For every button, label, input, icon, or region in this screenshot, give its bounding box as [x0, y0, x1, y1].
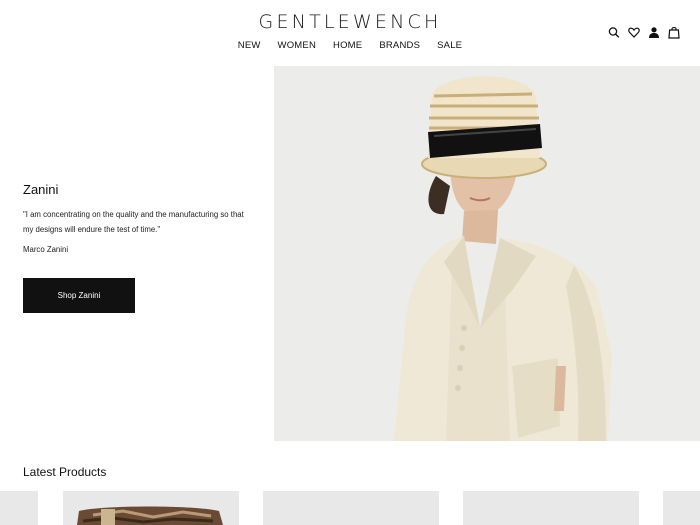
hero-image[interactable] — [274, 66, 700, 441]
hero-text: Zanini "I am concentrating on the qualit… — [23, 182, 253, 254]
model-illustration — [274, 66, 700, 441]
nav-women[interactable]: WOMEN — [278, 40, 316, 51]
hero-author: Marco Zanini — [23, 245, 69, 254]
site-logo[interactable]: GENTLEWENCH — [0, 11, 700, 33]
heart-icon[interactable] — [628, 26, 640, 39]
nav-brands[interactable]: BRANDS — [379, 40, 420, 51]
product-card[interactable] — [463, 491, 639, 525]
shop-zanini-button[interactable]: Shop Zanini — [23, 278, 135, 313]
header-icons — [608, 26, 680, 39]
main-nav: NEW WOMEN HOME BRANDS SALE — [0, 40, 700, 51]
product-image — [63, 491, 239, 525]
hero-quote: "I am concentrating on the quality and t… — [23, 210, 244, 234]
product-card[interactable] — [663, 491, 700, 525]
nav-new[interactable]: NEW — [238, 40, 261, 51]
site-header: GENTLEWENCH NEW WOMEN HOME BRANDS SALE — [0, 0, 700, 66]
product-card[interactable] — [63, 491, 239, 525]
hero-title: Zanini — [23, 182, 59, 197]
product-card[interactable] — [0, 491, 38, 525]
account-icon[interactable] — [648, 26, 660, 39]
product-card[interactable] — [263, 491, 439, 525]
bag-icon[interactable] — [668, 26, 680, 39]
search-icon[interactable] — [608, 26, 620, 39]
nav-home[interactable]: HOME — [333, 40, 362, 51]
nav-sale[interactable]: SALE — [437, 40, 462, 51]
latest-products-title: Latest Products — [23, 465, 107, 479]
